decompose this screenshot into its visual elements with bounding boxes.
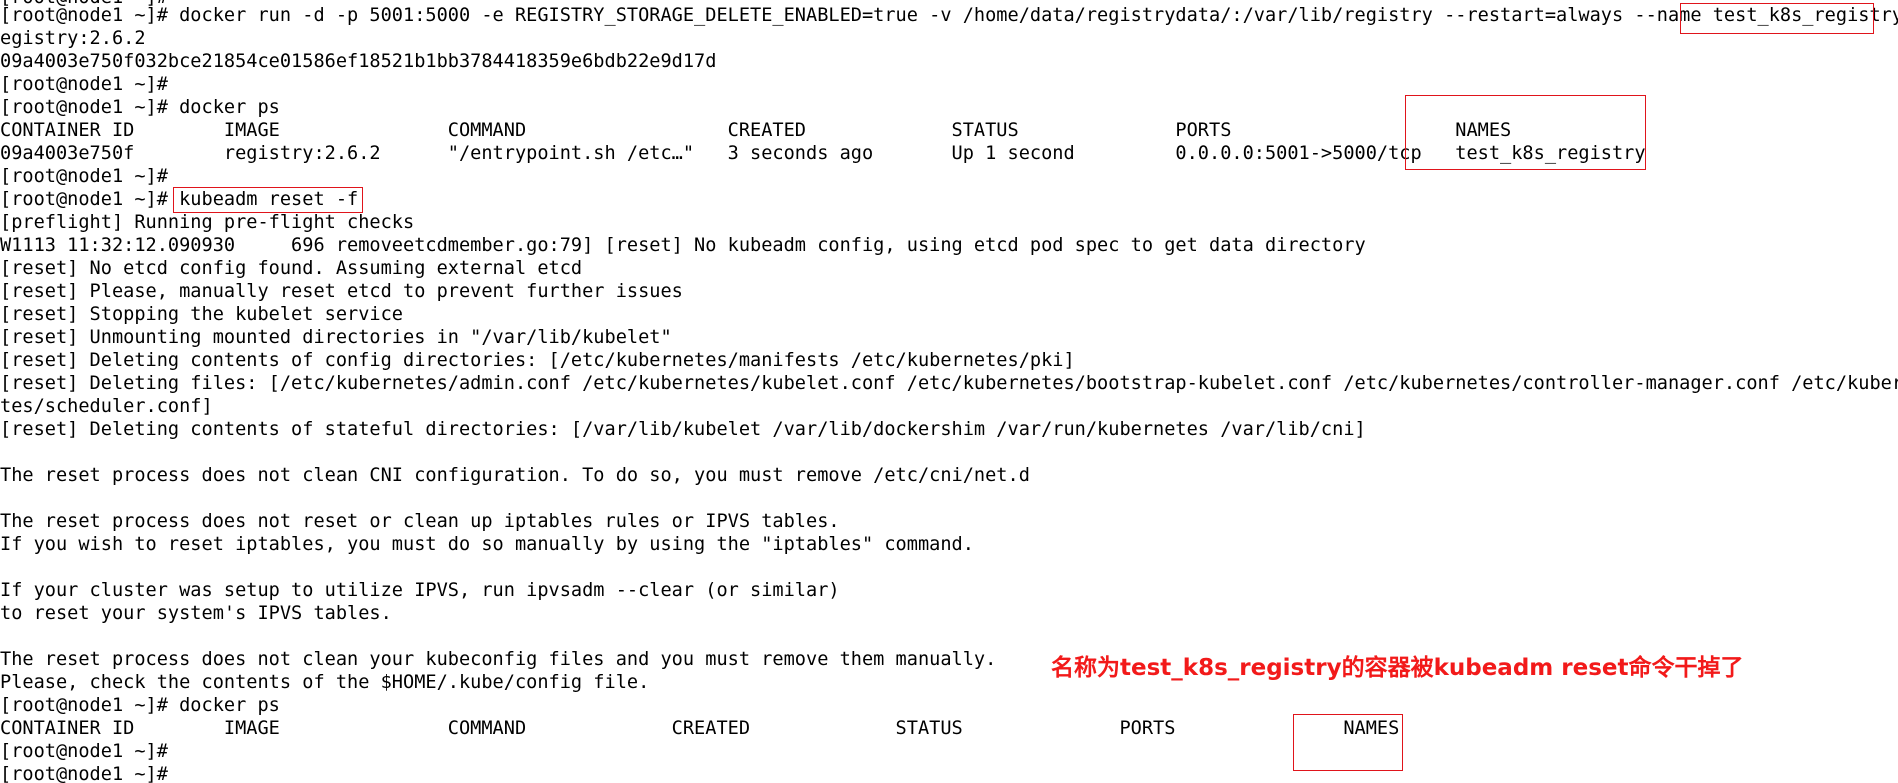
terminal-line: W1113 11:32:12.090930 696 removeetcdmemb… [0, 235, 1366, 256]
terminal-line: [preflight] Running pre-flight checks [0, 212, 415, 233]
terminal-line: The reset process does not clean your ku… [0, 649, 997, 670]
terminal-line: to reset your system's IPVS tables. [0, 603, 392, 624]
terminal-line: egistry:2.6.2 [0, 28, 146, 49]
terminal-line: [root@node1 ~]# docker run -d -p 5001:50… [0, 5, 1898, 26]
terminal-line: [root@node1 ~]# [0, 741, 168, 762]
terminal-line: CONTAINER ID IMAGE COMMAND CREATED STATU… [0, 120, 1512, 141]
terminal-line: tes/scheduler.conf] [0, 396, 213, 417]
annotation-note: 名称为test_k8s_registry的容器被kubeadm reset命令干… [1051, 655, 1744, 681]
terminal-line: [root@node1 ~]# [0, 166, 168, 187]
terminal-line: [root@node1 ~]# kubeadm reset -f [0, 189, 359, 210]
terminal-line: 09a4003e750f032bce21854ce01586ef18521b1b… [0, 51, 717, 72]
terminal-line: The reset process does not reset or clea… [0, 511, 840, 532]
terminal-line: If your cluster was setup to utilize IPV… [0, 580, 840, 601]
terminal-line: [root@node1 ~]# docker ps [0, 97, 280, 118]
terminal-line: [reset] Deleting contents of stateful di… [0, 419, 1366, 440]
terminal-line: [root@node1 ~]# [0, 74, 168, 95]
terminal-line: [reset] Deleting files: [/etc/kubernetes… [0, 373, 1898, 394]
terminal-line: The reset process does not clean CNI con… [0, 465, 1030, 486]
terminal-line: [root@node1 ~]# [0, 764, 168, 783]
terminal-line: [reset] Deleting contents of config dire… [0, 350, 1075, 371]
terminal-line: Please, check the contents of the $HOME/… [0, 672, 650, 693]
terminal-line: If you wish to reset iptables, you must … [0, 534, 974, 555]
terminal-line: [reset] No etcd config found. Assuming e… [0, 258, 583, 279]
terminal-line: [reset] Stopping the kubelet service [0, 304, 403, 325]
terminal-line: [reset] Unmounting mounted directories i… [0, 327, 672, 348]
terminal-line: [reset] Please, manually reset etcd to p… [0, 281, 683, 302]
terminal-output[interactable]: [root@node1 ~]# [root@node1 ~]# docker r… [0, 0, 1898, 783]
terminal-line: 09a4003e750f registry:2.6.2 "/entrypoint… [0, 143, 1646, 164]
terminal-line: CONTAINER ID IMAGE COMMAND CREATED STATU… [0, 718, 1400, 739]
terminal-line: [root@node1 ~]# docker ps [0, 695, 280, 716]
